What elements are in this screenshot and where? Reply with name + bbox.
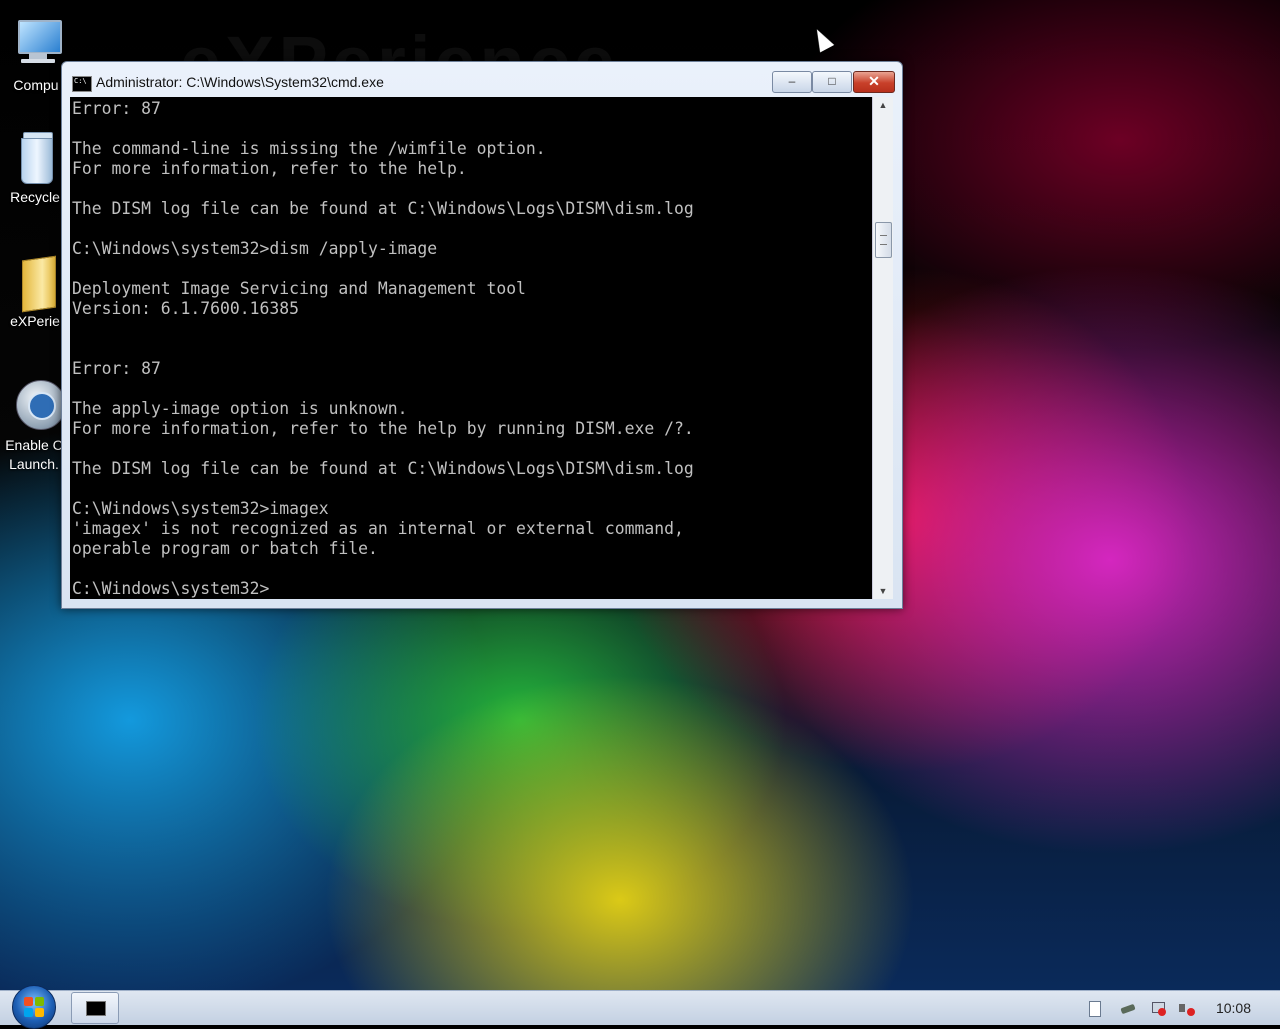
folder-icon <box>8 254 62 313</box>
clock[interactable]: 10:08 <box>1216 1000 1251 1016</box>
close-button[interactable]: ✕ <box>853 71 895 93</box>
mouse-cursor-icon <box>809 25 835 53</box>
taskbar-button-cmd[interactable] <box>71 992 119 1024</box>
cmd-icon <box>86 1001 106 1016</box>
minimize-button[interactable]: ‒ <box>772 71 812 93</box>
network-disconnected-icon[interactable] <box>1150 1000 1166 1016</box>
console-text: Error: 87 The command-line is missing th… <box>72 99 694 598</box>
scroll-thumb[interactable] <box>875 222 892 258</box>
maximize-button[interactable]: □ <box>812 71 852 93</box>
system-tray: 10:08 <box>1080 991 1280 1025</box>
cmd-icon <box>72 76 92 92</box>
scroll-down-button[interactable]: ▼ <box>873 583 893 599</box>
title-bar[interactable]: Administrator: C:\Windows\System32\cmd.e… <box>62 62 902 98</box>
recycle-bin-icon <box>8 130 62 184</box>
volume-muted-icon[interactable] <box>1178 1000 1195 1016</box>
action-center-icon[interactable] <box>1086 1000 1102 1017</box>
windows-logo-icon <box>24 997 44 1017</box>
vertical-scrollbar[interactable]: ▲ ▼ <box>872 97 893 599</box>
console-output[interactable]: Error: 87 The command-line is missing th… <box>70 97 872 599</box>
launcher-icon <box>7 378 66 432</box>
cmd-window[interactable]: Administrator: C:\Windows\System32\cmd.e… <box>61 61 903 609</box>
taskbar: 10:08 <box>0 985 1280 1029</box>
window-title: Administrator: C:\Windows\System32\cmd.e… <box>96 74 384 90</box>
network-icon[interactable] <box>1120 1000 1136 1016</box>
start-button[interactable] <box>12 985 56 1029</box>
scroll-up-button[interactable]: ▲ <box>873 97 893 113</box>
computer-icon <box>9 18 63 72</box>
